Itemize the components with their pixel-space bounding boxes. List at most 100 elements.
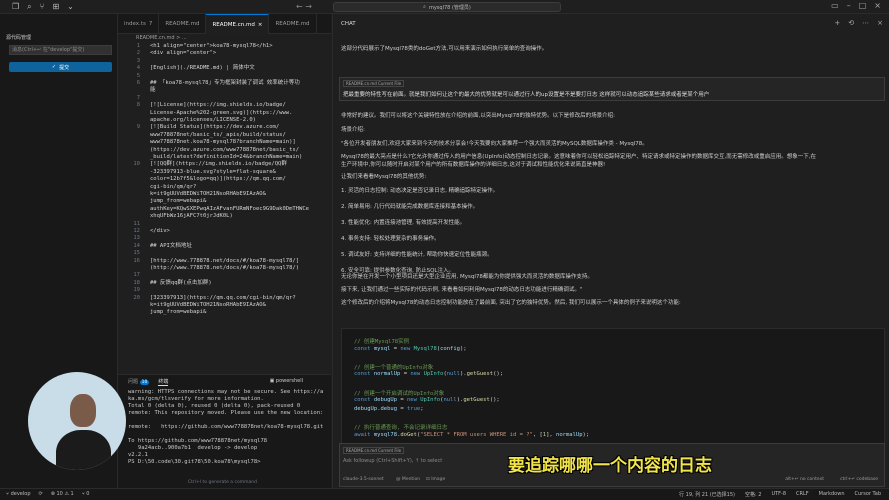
code-token: ).	[460, 371, 467, 378]
context-pill[interactable]: README.cn.md Current File	[343, 80, 405, 87]
tab-index-ts[interactable]: index.ts 7	[118, 14, 160, 34]
line-text: -323397913-blue.svg?style=flat-square&	[150, 168, 276, 175]
code-comment: // 创建Mysql78实例	[354, 339, 410, 345]
chevron-down-icon[interactable]: ⌄	[67, 0, 74, 14]
code-editor[interactable]: 1 <h1 align="center">koa78-mysql78</h1> 2 <…	[118, 41, 331, 374]
minimize-icon[interactable]: –	[847, 1, 851, 10]
commit-button[interactable]: ✓ 提交	[9, 62, 112, 72]
tab-terminal[interactable]: 终端	[158, 378, 169, 386]
tab-readme-2[interactable]: README.md	[269, 14, 317, 34]
answer-para: 非常好的建议。我们可以将这个关键特性放在介绍的前面,以突出Mysql78的独特优…	[341, 113, 615, 119]
line-number: 1	[136, 43, 140, 49]
cursor-position[interactable]: 行 19, 列 21 (已选择15)	[679, 491, 735, 498]
history-icon[interactable]: ⟲	[848, 19, 854, 27]
code-token: config	[440, 345, 460, 352]
tab-label: README.md	[275, 21, 310, 27]
model-selector[interactable]: claude-3.5-sonnet	[343, 477, 384, 482]
answer-para: 让我们来看看Mysql78的其他优势:	[341, 174, 427, 180]
tab-problems[interactable]: 问题 10	[128, 378, 150, 386]
no-context-button[interactable]: alt+↵ no context	[785, 477, 824, 482]
close-icon[interactable]: ×	[877, 19, 883, 27]
line-number: 15	[133, 250, 140, 257]
video-subtitle: 要追踪哪哪一个内容的日志	[508, 456, 712, 476]
editor-tabs: index.ts 7 README.md README.cn.md × README…	[118, 14, 331, 34]
feature-item: 2. 简单易用: 几行代码就能完成数据库连接和基本操作。	[341, 204, 479, 210]
chat-input-placeholder[interactable]: Ask followup (Ctrl+Shift+Y), ↑ to select	[343, 458, 442, 464]
code-token: debugUp	[373, 397, 401, 404]
line-text: ## API文档地址	[150, 242, 192, 249]
code-token: UpInfo	[420, 397, 441, 404]
line-number: 20	[133, 294, 140, 301]
encoding[interactable]: UTF-8	[771, 491, 786, 498]
command-center[interactable]: ⌕ mysql78 (管理员)	[333, 2, 561, 12]
shell-label: powershell	[275, 378, 303, 384]
check-icon: ✓	[51, 64, 57, 70]
terminal-output[interactable]: warning: HTTPS connections may not be se…	[128, 389, 328, 466]
code-token: const	[354, 397, 374, 404]
code-token: ();	[489, 397, 500, 404]
language-mode[interactable]: Markdown	[819, 491, 845, 498]
section-heading: 场景介绍:	[341, 127, 365, 133]
line-number: 12	[133, 228, 140, 234]
answer-para: 接下来, 让我们通过一些实际的代码示例, 来看看如何利用Mysql78的动态日志…	[341, 287, 583, 293]
code-comment: // 创建一个普通的UpInfo对象	[354, 364, 434, 371]
image-button[interactable]: ⊡ Image	[426, 477, 445, 482]
problems-indicator[interactable]: ⊗ 10 ⚠ 1	[51, 491, 74, 497]
feature-item: 3. 性能优化: 内置连接池管理, 有效提高开发性能。	[341, 220, 466, 226]
code-token: new	[400, 345, 414, 352]
more-icon[interactable]: ⋯	[862, 19, 869, 27]
bottom-panel: 问题 10 终端 ▣ powershell warning: HTTPS con…	[118, 374, 331, 488]
feature-item: 5. 调试友好: 支持详细的性能统计, 帮助你快速定位性能瓶颈。	[341, 252, 493, 258]
nav-arrows[interactable]: ← →	[296, 2, 312, 11]
codebase-button[interactable]: ctrl+↵ codebase	[840, 477, 878, 482]
commit-message-input[interactable]: 消息(Ctrl+↵ 在"develop"提交)	[9, 45, 112, 55]
tab-close-icon[interactable]: ×	[258, 22, 263, 28]
line-text: authKey=KQwSXEPwqAIzAFvanFURmNFoec9G9Dak…	[150, 205, 309, 212]
code-token: getGuest	[463, 397, 490, 404]
terminal-shell-selector[interactable]: ▣ powershell	[270, 378, 303, 384]
line-number: 8	[136, 102, 140, 109]
snippet-line: const mysql = new Mysql78(config);	[354, 346, 467, 352]
line-text: [![Build Status](https://dev.azure.com/	[150, 124, 280, 131]
line-text: [![License](https://img.shields.io/badge…	[150, 102, 286, 109]
chat-header-actions: + ⟲ ⋯ ×	[834, 19, 883, 27]
commit-label: 提交	[59, 64, 70, 71]
search-icon[interactable]: ⌕	[27, 0, 31, 14]
line-text: (http://www.778878.net/docs/#/koa78-mysq…	[150, 265, 300, 271]
code-comment: // 创建一个开启调试的UpInfo对象	[354, 390, 445, 397]
tab-label: 问题	[128, 379, 139, 385]
tab-readme-cn[interactable]: README.cn.md ×	[206, 14, 270, 34]
answer-para: 生产环境中,你可以随时开启对某个用户的所有数据库操作的详细日志,这对于调试和性能…	[341, 162, 606, 168]
extensions-icon[interactable]: ⊞	[52, 0, 59, 14]
code-token: new	[407, 397, 421, 404]
context-pill[interactable]: README.cn.md Current File	[343, 447, 405, 454]
branch-indicator[interactable]: ⑂ develop	[6, 491, 31, 497]
line-text: [http://www.778878.net/docs/#/koa78-mysq…	[150, 257, 300, 264]
code-snippet[interactable]: // 创建Mysql78实例 const mysql = new Mysql78(…	[341, 328, 885, 448]
end-of-line[interactable]: CRLF	[796, 491, 809, 498]
code-token: debugUp	[354, 405, 378, 412]
webcam-overlay	[28, 372, 126, 470]
sync-icon[interactable]: ⟳	[39, 491, 43, 497]
source-control-icon[interactable]: ⑂	[40, 0, 45, 14]
code-token: true	[407, 405, 421, 412]
ports-indicator[interactable]: ⑂ 0	[82, 491, 90, 497]
files-icon[interactable]: ❐	[12, 0, 19, 14]
line-number: 7	[136, 94, 140, 101]
line-number: 5	[136, 72, 140, 79]
window-controls: ▭ – □ ×	[831, 1, 881, 10]
cursor-tab[interactable]: Cursor Tab	[855, 491, 882, 498]
close-icon[interactable]: ×	[874, 1, 881, 10]
code-token: null	[443, 397, 457, 404]
layout-icon[interactable]: ▭	[831, 1, 839, 10]
code-token: doGet	[400, 431, 417, 438]
tab-readme[interactable]: README.md	[159, 14, 207, 34]
chat-panel: CHAT + ⟲ ⋯ × 这部分代码展示了Mysql78类的doGet方法,可以…	[332, 14, 889, 488]
indentation[interactable]: 空格: 2	[745, 491, 761, 498]
answer-para: "各位开发者朋友们,欢迎大家来到今天的技术分享会!今天我要向大家推荐一个强大而灵…	[341, 141, 648, 147]
code-token: const	[354, 371, 374, 378]
line-text: apache.org/licenses/LICENSE-2.0)	[150, 117, 256, 123]
new-chat-icon[interactable]: +	[834, 19, 840, 27]
mention-button[interactable]: @ Mention	[396, 477, 420, 482]
maximize-icon[interactable]: □	[859, 1, 867, 10]
